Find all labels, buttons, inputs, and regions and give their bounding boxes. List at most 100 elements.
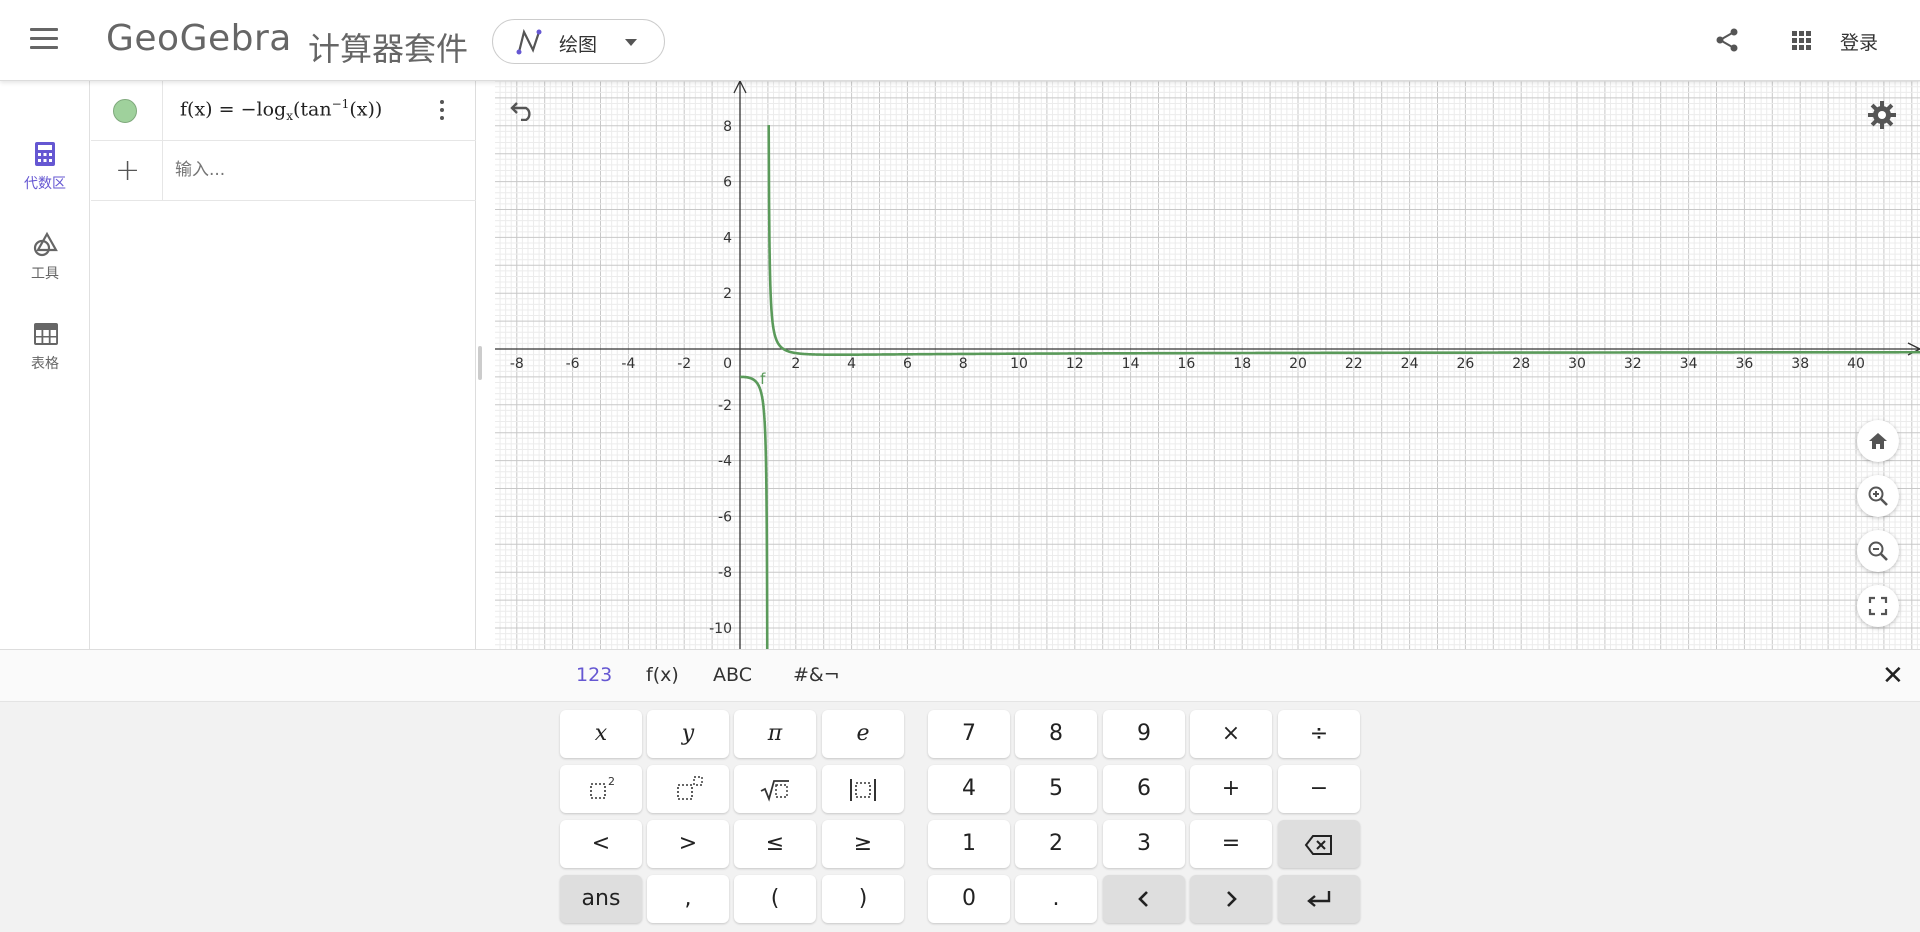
key-8[interactable]: 8 — [1015, 710, 1097, 758]
x-tick-label: 12 — [1066, 356, 1084, 372]
app-picker-button[interactable]: 绘图 — [492, 19, 665, 64]
home-button[interactable] — [1857, 420, 1899, 462]
fullscreen-button[interactable] — [1857, 585, 1899, 627]
key-x[interactable]: x — [560, 710, 642, 758]
table-icon — [34, 323, 58, 345]
y-tick-label: 2 — [723, 286, 732, 302]
formula-arg: (x) — [349, 98, 375, 121]
key-4[interactable]: 4 — [928, 765, 1010, 813]
nav-item-tools[interactable]: 工具 — [0, 215, 90, 295]
y-tick-label: -2 — [718, 398, 732, 414]
key-1[interactable]: 1 — [928, 820, 1010, 868]
key-less-equal[interactable]: ≤ — [734, 820, 816, 868]
key-e[interactable]: e — [822, 710, 904, 758]
key-greater-than[interactable]: > — [647, 820, 729, 868]
tab-symbols[interactable]: #&¬ — [793, 664, 840, 686]
sqrt-icon — [760, 780, 789, 802]
key-abs[interactable] — [822, 765, 904, 813]
formula-f[interactable]: f(x) = −logx(tan−1(x)) — [180, 97, 382, 123]
square-icon: 2 — [590, 775, 615, 799]
key-multiply[interactable]: × — [1190, 710, 1272, 758]
key-divide[interactable]: ÷ — [1278, 710, 1360, 758]
formula-log: log — [256, 98, 287, 121]
algebra-entry-f[interactable]: f(x) = −logx(tan−1(x)) — [91, 81, 476, 141]
key-y[interactable]: y — [647, 710, 729, 758]
abs-icon — [850, 779, 876, 801]
key-square[interactable]: 2 — [560, 765, 642, 813]
x-tick-label: 22 — [1345, 356, 1363, 372]
geogebra-logo: GeoGebra — [106, 18, 292, 59]
y-tick-label: -8 — [718, 565, 732, 581]
key-plus[interactable]: + — [1190, 765, 1272, 813]
x-tick-label: 8 — [959, 356, 968, 372]
more-options-icon[interactable] — [440, 100, 446, 122]
keyboard-tabs: 123 f(x) ABC #&¬ ✕ — [0, 650, 1920, 702]
algebra-input[interactable] — [175, 153, 465, 187]
close-keyboard-icon[interactable]: ✕ — [1882, 661, 1904, 691]
zoom-out-button[interactable] — [1857, 530, 1899, 572]
key-5[interactable]: 5 — [1015, 765, 1097, 813]
key-equals[interactable]: = — [1190, 820, 1272, 868]
y-tick-label: 6 — [723, 175, 732, 191]
key-enter[interactable] — [1278, 875, 1360, 923]
side-nav: 代数区 工具 表格 — [0, 81, 90, 649]
key-left-arrow[interactable] — [1103, 875, 1185, 923]
key-decimal[interactable]: . — [1015, 875, 1097, 923]
chevron-left-icon — [1138, 891, 1148, 907]
calculator-icon — [35, 142, 55, 166]
x-tick-label: 6 — [903, 356, 912, 372]
nav-label-table: 表格 — [31, 356, 59, 372]
key-2[interactable]: 2 — [1015, 820, 1097, 868]
key-6[interactable]: 6 — [1103, 765, 1185, 813]
nav-label-tools: 工具 — [31, 266, 59, 282]
menu-icon[interactable] — [30, 28, 58, 52]
x-tick-label: 14 — [1122, 356, 1140, 372]
x-tick-label: 26 — [1456, 356, 1474, 372]
apps-grid-icon[interactable] — [1792, 31, 1812, 51]
gear-icon[interactable] — [1867, 100, 1897, 130]
x-tick-label: 20 — [1289, 356, 1307, 372]
key-pi[interactable]: π — [734, 710, 816, 758]
visibility-toggle[interactable] — [113, 99, 137, 123]
add-icon[interactable]: + — [115, 153, 140, 188]
zoom-out-icon — [1868, 541, 1888, 561]
key-backspace[interactable] — [1278, 820, 1360, 868]
graph-canvas[interactable]: -8 -6 -4 -2 2 4 6 8 10 12 14 16 18 20 22 24 26 28 30 32 34 36… — [495, 81, 1920, 649]
nav-item-algebra[interactable]: 代数区 — [0, 125, 90, 205]
key-comma[interactable]: , — [647, 875, 729, 923]
key-0[interactable]: 0 — [928, 875, 1010, 923]
key-less-than[interactable]: < — [560, 820, 642, 868]
key-minus[interactable]: − — [1278, 765, 1360, 813]
zoom-in-button[interactable] — [1857, 475, 1899, 517]
backspace-icon — [1304, 835, 1332, 855]
formula-equals: = — [218, 98, 235, 121]
key-ans[interactable]: ans — [560, 875, 642, 923]
share-icon[interactable] — [1714, 27, 1740, 53]
key-right-arrow[interactable] — [1190, 875, 1272, 923]
x-tick-label: 2 — [791, 356, 800, 372]
x-tick-label: 30 — [1568, 356, 1586, 372]
tab-letters[interactable]: ABC — [713, 664, 752, 686]
undo-icon[interactable] — [509, 99, 537, 121]
curve-label: f — [760, 370, 766, 388]
panel-resize-handle[interactable] — [478, 346, 482, 380]
y-tick-label: -6 — [718, 509, 732, 525]
key-9[interactable]: 9 — [1103, 710, 1185, 758]
key-power[interactable] — [647, 765, 729, 813]
login-button[interactable]: 登录 — [1840, 28, 1878, 55]
key-sqrt[interactable] — [734, 765, 816, 813]
key-open-paren[interactable]: ( — [734, 875, 816, 923]
x-tick-label: 18 — [1233, 356, 1251, 372]
graphics-view[interactable]: -8 -6 -4 -2 2 4 6 8 10 12 14 16 18 20 22 24 26 28 30 32 34 36… — [495, 81, 1920, 649]
tab-functions[interactable]: f(x) — [646, 664, 679, 686]
key-3[interactable]: 3 — [1103, 820, 1185, 868]
power-icon — [677, 776, 703, 800]
formula-tan: tan — [300, 98, 332, 121]
x-tick-label: 32 — [1624, 356, 1642, 372]
key-greater-equal[interactable]: ≥ — [822, 820, 904, 868]
tab-numbers[interactable]: 123 — [576, 664, 612, 686]
enter-icon — [1307, 891, 1331, 907]
key-7[interactable]: 7 — [928, 710, 1010, 758]
key-close-paren[interactable]: ) — [822, 875, 904, 923]
nav-item-table[interactable]: 表格 — [0, 305, 90, 385]
